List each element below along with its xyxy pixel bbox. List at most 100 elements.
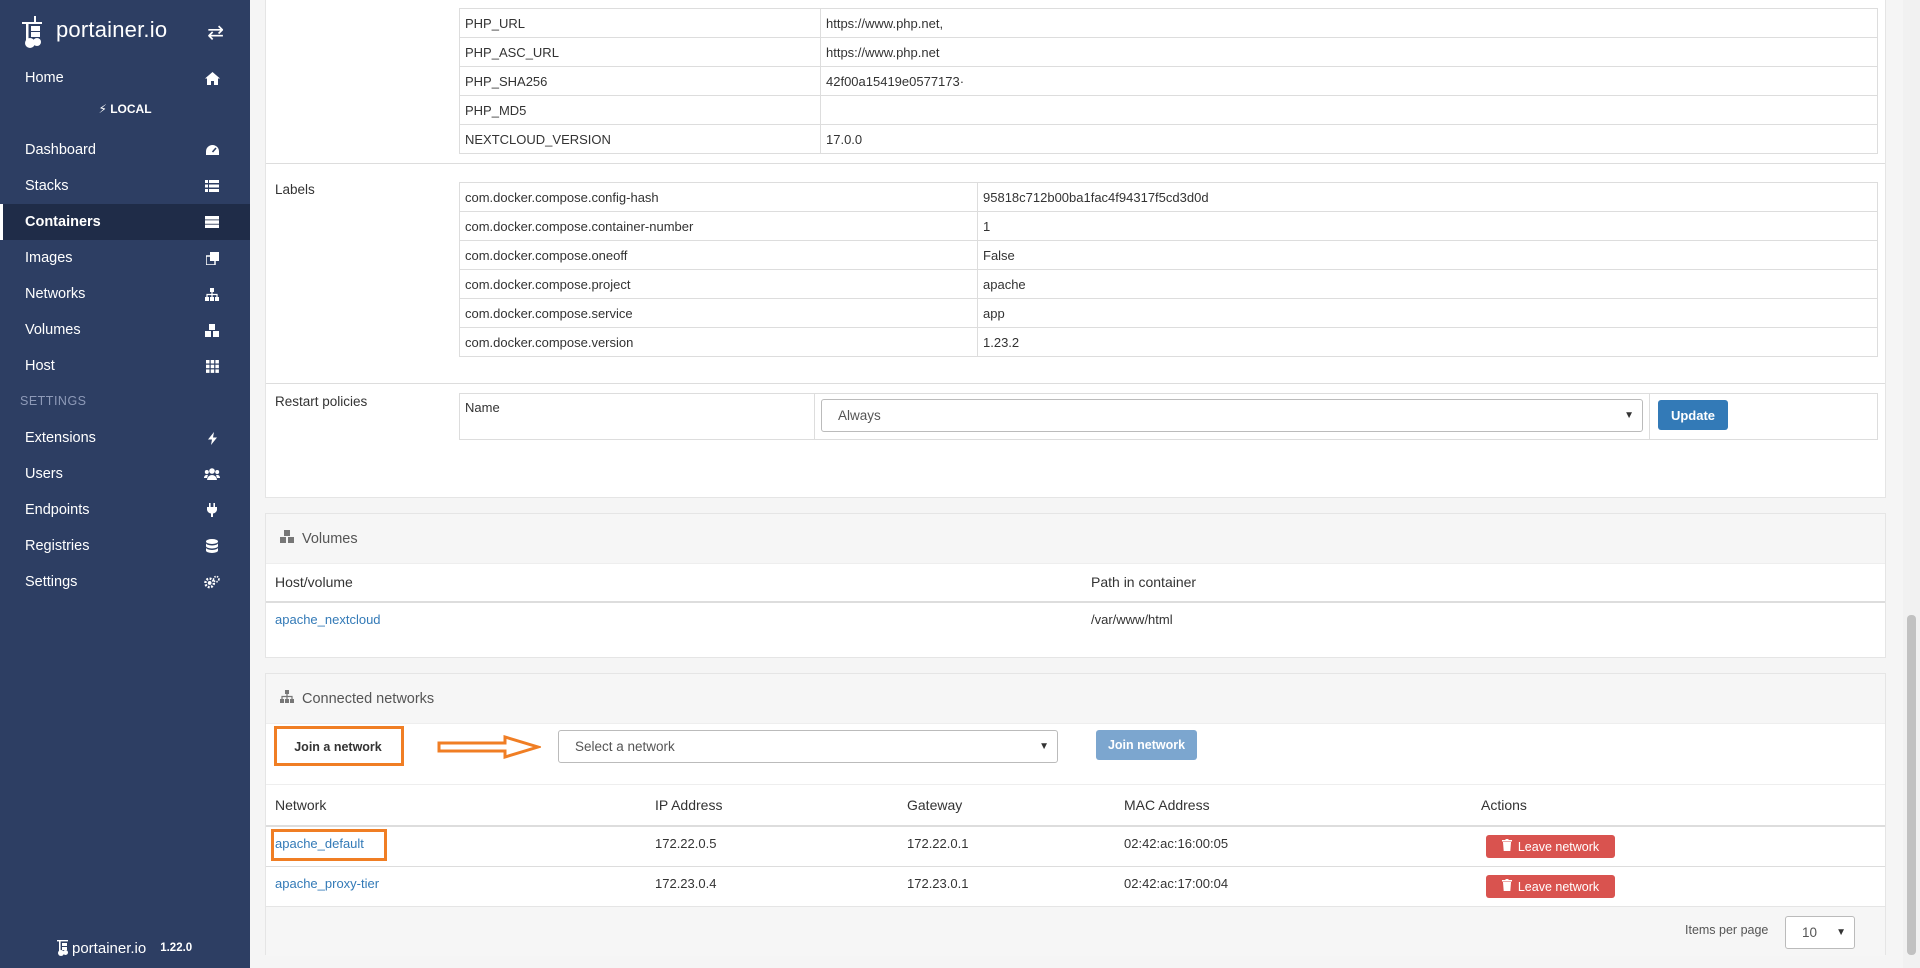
sidebar-item-label: Endpoints [25,502,90,518]
cubes-icon [280,530,294,547]
sidebar-item-networks[interactable]: Networks [0,276,250,312]
label-key: com.docker.compose.project [459,269,978,299]
sidebar-item-host[interactable]: Host [0,348,250,384]
table-row: com.docker.compose.config-hash 95818c712… [459,182,1878,212]
settings-header: SETTINGS [20,394,87,408]
highlight-annotation [274,726,404,766]
sidebar-item-settings[interactable]: Settings [0,564,250,600]
bolt-icon [204,430,220,446]
sidebar-item-stacks[interactable]: Stacks [0,168,250,204]
network-mac: 02:42:ac:17:00:04 [1124,876,1229,891]
items-per-page-select[interactable]: 10 ▼ [1785,916,1855,949]
restart-policy-value: Always [838,408,881,423]
env-value [820,95,1878,125]
network-link[interactable]: apache_proxy-tier [275,876,379,891]
server-icon [204,214,220,230]
version-label: 1.22.0 [160,942,193,954]
volume-link[interactable]: apache_nextcloud [275,612,381,627]
env-key: PHP_SHA256 [459,66,821,96]
trash-icon [1501,839,1512,854]
column-header-host-volume: Host/volume [275,574,353,590]
networks-title: Connected networks [302,690,435,707]
networks-panel: Connected networks Join a network Select… [265,673,1886,956]
sidebar-item-extensions[interactable]: Extensions [0,420,250,456]
sidebar-item-images[interactable]: Images [0,240,250,276]
column-header-mac: MAC Address [1124,797,1210,813]
table-row: com.docker.compose.project apache [459,269,1878,299]
sidebar-item-label: Settings [25,574,78,590]
network-gateway: 172.22.0.1 [907,836,969,851]
leave-network-button[interactable]: Leave network [1486,835,1615,858]
column-header-gateway: Gateway [907,797,963,813]
sidebar-item-label: Stacks [25,178,69,194]
table-footer: Items per page 10 ▼ [266,906,1885,956]
sidebar-item-label: Users [25,466,63,482]
label-value: app [977,298,1878,328]
leave-network-button[interactable]: Leave network [1486,875,1615,898]
sidebar-item-containers[interactable]: Containers [0,204,250,240]
network-gateway: 172.23.0.1 [907,876,969,891]
sitemap-icon [280,690,294,707]
join-network-button[interactable]: Join network [1096,730,1197,760]
volume-path: /var/www/html [1091,612,1173,627]
chevron-down-icon: ▼ [1039,741,1049,752]
cogs-icon [204,574,220,590]
table-row: PHP_URL https://www.php.net, [459,8,1878,38]
trash-icon [1501,879,1512,894]
footer-brand-name: portainer.io [72,939,147,957]
divider [266,866,1885,867]
sitemap-icon [204,286,220,302]
toggle-sidebar-icon[interactable]: ⇄ [207,20,224,45]
label-key: com.docker.compose.version [459,327,978,357]
scrollbar-thumb[interactable] [1907,615,1916,955]
network-select[interactable]: Select a network ▼ [558,730,1058,763]
divider [1649,394,1650,439]
networks-header: Connected networks [266,674,1885,724]
network-mac: 02:42:ac:16:00:05 [1124,836,1229,851]
network-ip: 172.22.0.5 [655,836,717,851]
sidebar-item-label: Volumes [25,322,81,338]
label-key: com.docker.compose.container-number [459,211,978,241]
update-button[interactable]: Update [1658,400,1728,430]
sidebar-item-users[interactable]: Users [0,456,250,492]
label-key: com.docker.compose.oneoff [459,240,978,270]
sidebar-item-label: Containers [25,214,101,230]
volumes-panel: Volumes Host/volume Path in container ap… [265,513,1886,658]
sidebar-item-endpoints[interactable]: Endpoints [0,492,250,528]
highlight-annotation [271,829,387,861]
divider [266,383,1885,384]
items-per-page-label: Items per page [1685,923,1769,937]
database-icon [204,538,220,554]
table-row: com.docker.compose.oneoff False [459,240,1878,270]
divider [266,825,1885,827]
network-select-placeholder: Select a network [575,739,675,754]
sidebar-item-registries[interactable]: Registries [0,528,250,564]
env-value: https://www.php.net [820,37,1878,67]
table-row: PHP_ASC_URL https://www.php.net [459,37,1878,67]
label-value: 1.23.2 [977,327,1878,357]
volumes-title: Volumes [302,530,358,547]
users-icon [204,466,220,482]
env-value: 17.0.0 [820,124,1878,154]
brand-logo[interactable]: portainer.io ⇄ [20,8,230,52]
column-header-path: Path in container [1091,574,1197,590]
clone-icon [204,250,220,266]
labels-title: Labels [275,182,315,197]
chevron-down-icon: ▼ [1624,410,1634,421]
restart-policy-box: Name Always ▼ Update [459,393,1878,440]
sidebar-item-volumes[interactable]: Volumes [0,312,250,348]
main-content: PHP_URL https://www.php.net, PHP_ASC_URL… [250,0,1920,968]
sidebar-item-dashboard[interactable]: Dashboard [0,132,250,168]
column-header-ip: IP Address [655,797,723,813]
scrollbar[interactable] [1903,0,1920,968]
label-value: False [977,240,1878,270]
sidebar-item-label: Networks [25,286,86,302]
label-value: 1 [977,211,1878,241]
label-value: 95818c712b00ba1fac4f94317f5cd3d0d [977,182,1878,212]
tachometer-icon [204,142,220,158]
restart-policy-select[interactable]: Always ▼ [821,399,1643,432]
label-value: apache [977,269,1878,299]
volumes-header: Volumes [266,514,1885,564]
sidebar-item-label: Host [25,358,55,374]
sidebar-item-home[interactable]: Home [0,60,250,96]
